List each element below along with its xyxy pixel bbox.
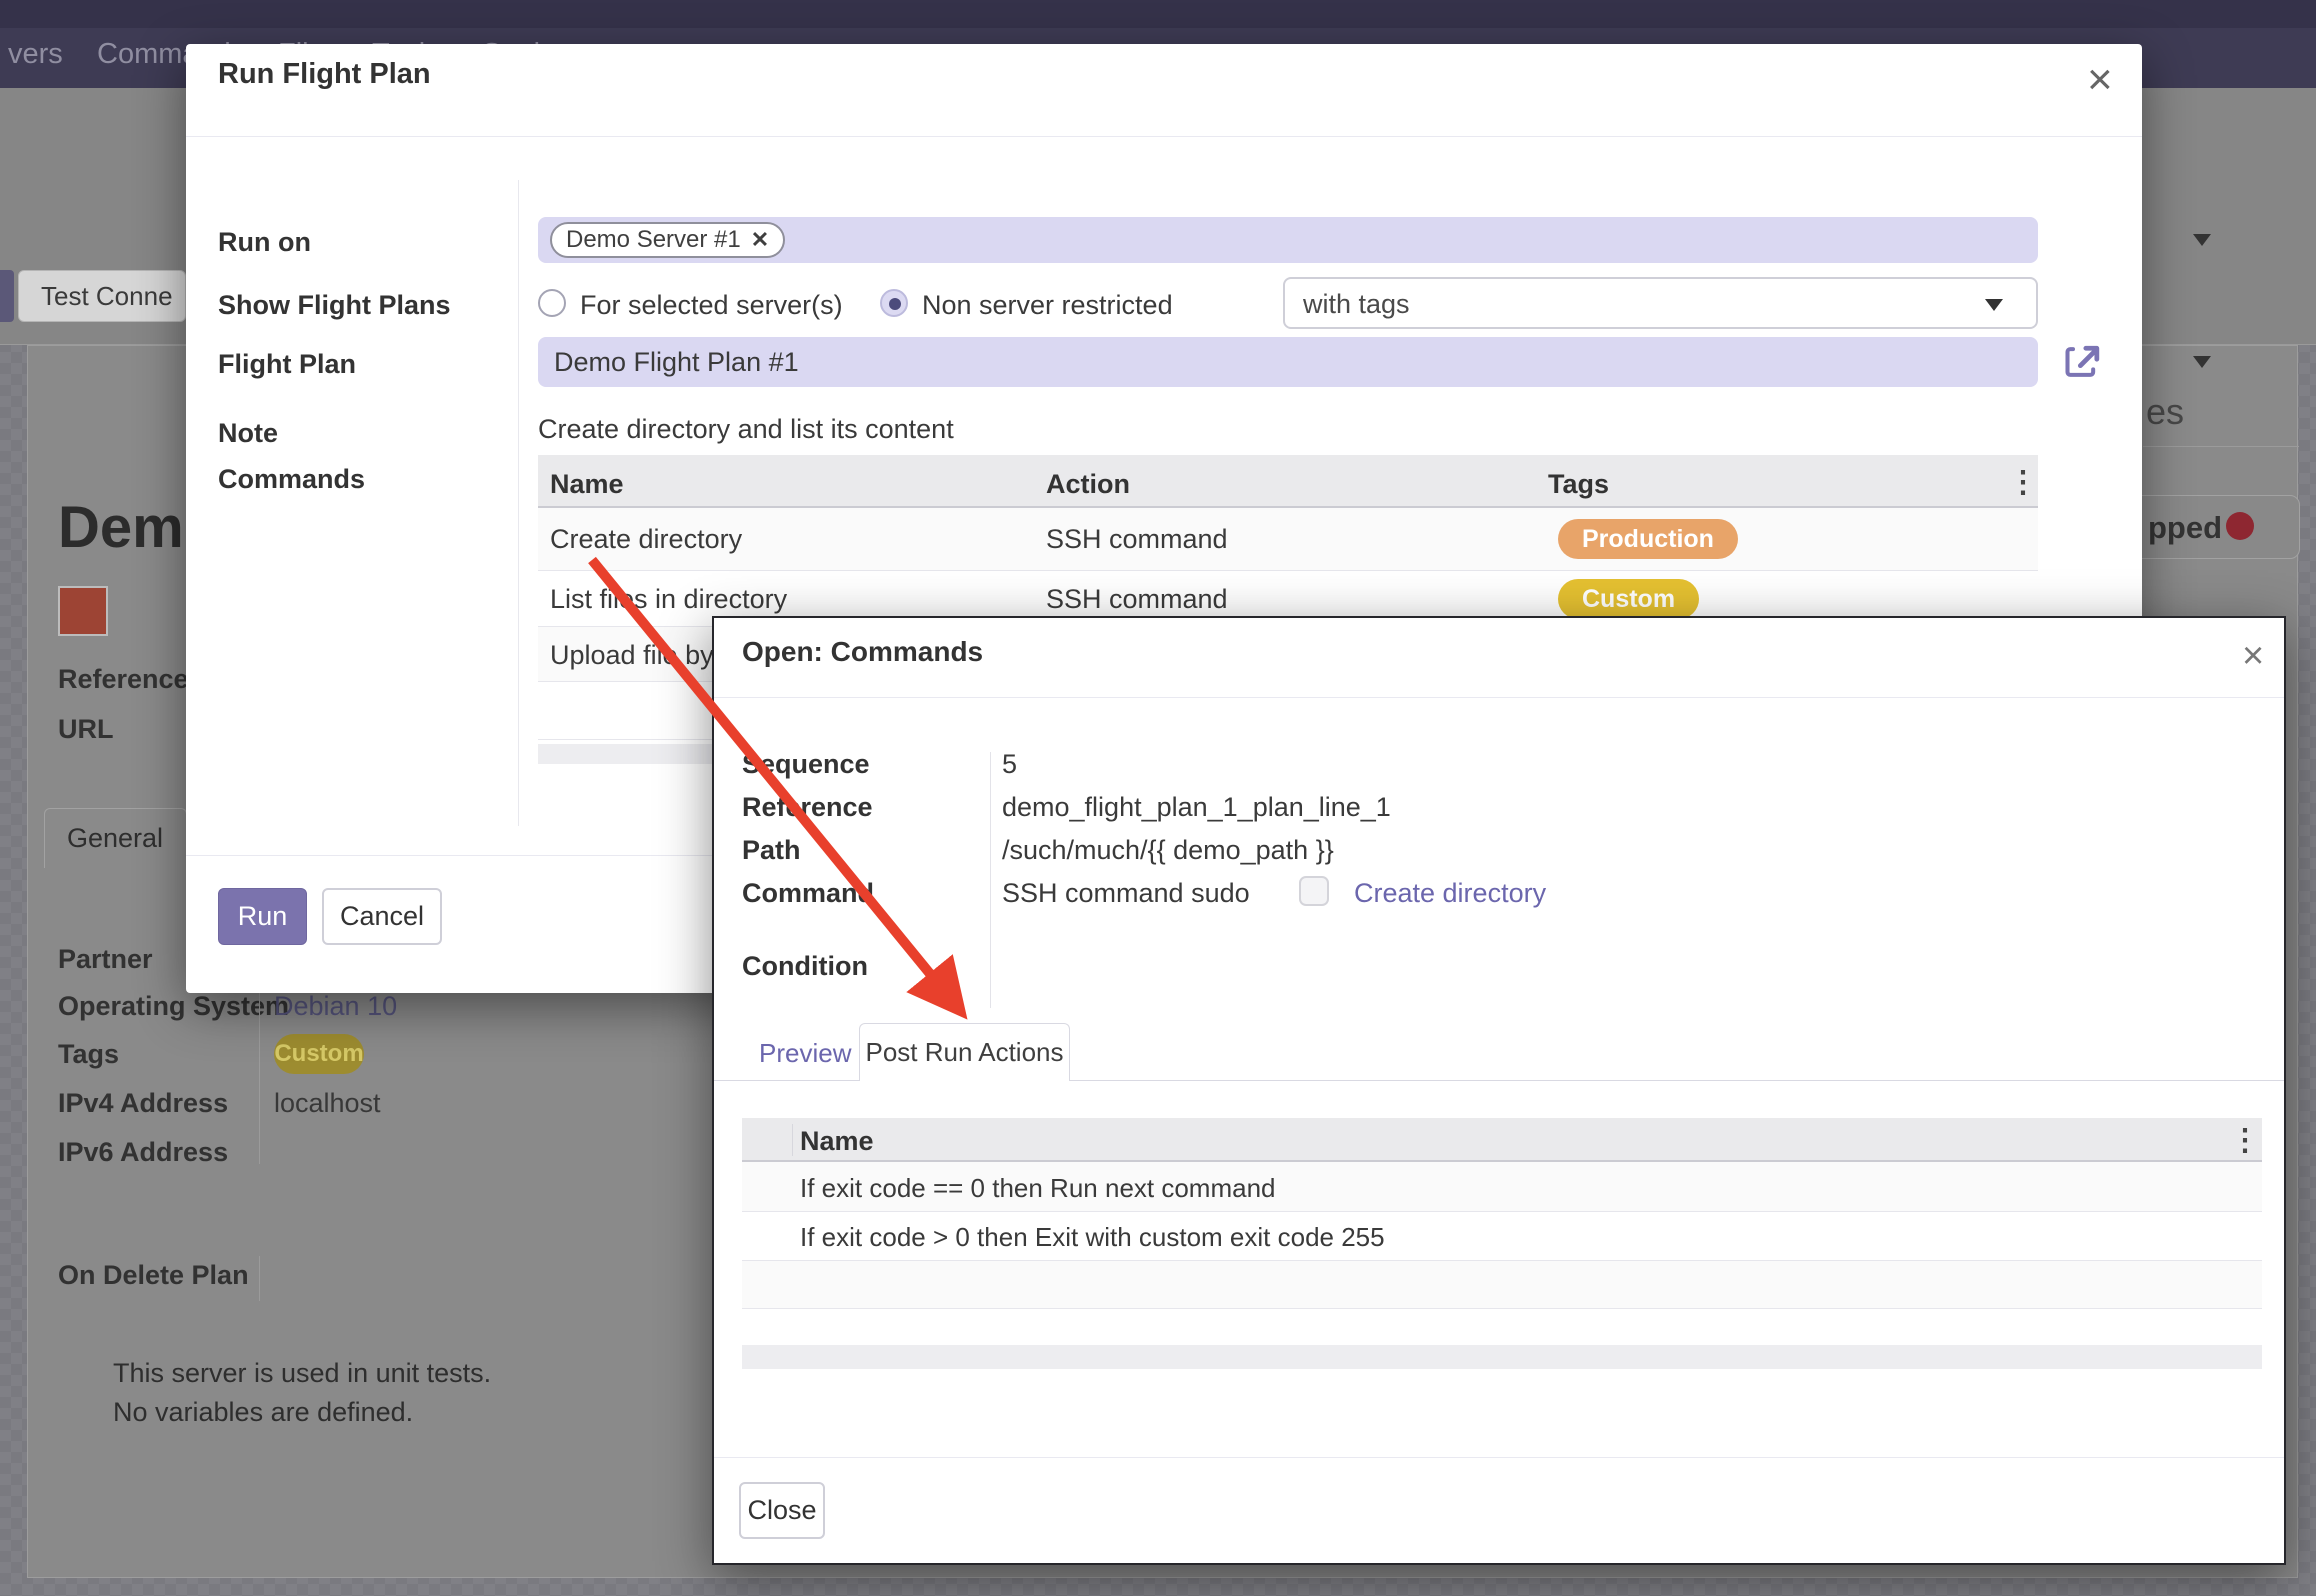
- row-divider: [742, 1308, 2262, 1309]
- reference-label: Reference: [58, 664, 189, 695]
- condition-label: Condition: [742, 951, 868, 982]
- ipv4-label: IPv4 Address: [58, 1088, 228, 1119]
- server-tag-pill[interactable]: Demo Server #1 ✕: [550, 222, 785, 258]
- col-name[interactable]: Name: [800, 1126, 874, 1157]
- status-label: pped: [2148, 510, 2222, 546]
- ipv4-value: localhost: [274, 1088, 381, 1119]
- path-value: /such/much/{{ demo_path }}: [1002, 835, 1334, 866]
- label-field-separator: [518, 180, 519, 826]
- flight-plan-value: Demo Flight Plan #1: [554, 347, 799, 378]
- header-divider: [186, 136, 2142, 137]
- os-value-link[interactable]: Debian 10: [274, 991, 397, 1022]
- command-label: Command: [742, 878, 874, 909]
- dropdown-caret-icon[interactable]: [1985, 299, 2003, 311]
- commands-label: Commands: [218, 464, 365, 495]
- commands-table-header: Name Action Tags ⋮: [538, 455, 2038, 508]
- with-tags-value: with tags: [1303, 289, 1410, 320]
- dialog-title: Open: Commands: [742, 636, 983, 668]
- ipv6-label: IPv6 Address: [58, 1137, 228, 1168]
- run-on-multiselect[interactable]: Demo Server #1 ✕: [538, 217, 2038, 263]
- kebab-menu-icon[interactable]: ⋮: [2008, 465, 2038, 500]
- tab-preview[interactable]: Preview: [759, 1038, 851, 1069]
- path-label: Path: [742, 835, 801, 866]
- sequence-label: Sequence: [742, 749, 870, 780]
- url-label: URL: [58, 714, 114, 745]
- col-action[interactable]: Action: [1046, 469, 1130, 500]
- header-divider: [714, 697, 2284, 698]
- flight-plan-select[interactable]: Demo Flight Plan #1: [538, 337, 2038, 387]
- note-label: Note: [218, 418, 278, 449]
- os-label: Operating System: [58, 991, 289, 1022]
- remove-tag-icon[interactable]: ✕: [751, 227, 769, 253]
- table-row[interactable]: Create directory SSH command Production: [538, 508, 2038, 570]
- tag-badge-production: Production: [1558, 519, 1738, 559]
- dropdown-caret-icon[interactable]: [2193, 356, 2211, 368]
- with-tags-select[interactable]: with tags: [1283, 277, 2038, 329]
- close-icon[interactable]: ×: [2087, 62, 2113, 98]
- external-link-icon[interactable]: [2062, 340, 2106, 384]
- selector-col-divider: [792, 1124, 793, 1156]
- dropdown-caret-icon[interactable]: [2193, 234, 2211, 246]
- sudo-checkbox[interactable]: [1299, 876, 1329, 906]
- table-footer-strip: [742, 1345, 2262, 1369]
- flight-plan-label: Flight Plan: [218, 349, 356, 380]
- partner-label: Partner: [58, 944, 153, 975]
- cell-name: If exit code == 0 then Run next command: [800, 1173, 1276, 1204]
- test-connection-button[interactable]: Test Conne: [18, 270, 186, 322]
- cell-action: SSH command: [1046, 524, 1228, 555]
- right-divider: [2143, 446, 2299, 447]
- table-row[interactable]: If exit code > 0 then Exit with custom e…: [742, 1212, 2262, 1260]
- primary-button-fragment[interactable]: [0, 270, 14, 322]
- label-field-separator: [990, 752, 991, 1008]
- table-row[interactable]: If exit code == 0 then Run next command: [742, 1162, 2262, 1211]
- reference-value: demo_flight_plan_1_plan_line_1: [1002, 792, 1391, 823]
- flight-plan-caption: Create directory and list its content: [538, 414, 954, 445]
- radio-non-server-restricted[interactable]: [880, 289, 908, 317]
- nav-top-strip: [0, 0, 2316, 28]
- nav-item-servers[interactable]: vers: [8, 38, 63, 71]
- on-delete-plan-label: On Delete Plan: [58, 1260, 249, 1291]
- run-on-label: Run on: [218, 227, 311, 258]
- tag-badge-custom: Custom: [1558, 579, 1699, 619]
- show-flight-plans-label: Show Flight Plans: [218, 290, 451, 321]
- sequence-value: 5: [1002, 749, 1017, 780]
- command-value: SSH command sudo: [1002, 878, 1250, 909]
- status-dot-icon: [2226, 512, 2254, 540]
- run-button[interactable]: Run: [218, 888, 307, 945]
- dialog-title: Run Flight Plan: [218, 58, 431, 91]
- footer-divider: [714, 1457, 2284, 1458]
- cell-action: SSH command: [1046, 584, 1228, 615]
- close-icon[interactable]: ×: [2242, 638, 2264, 674]
- tag-badge-custom: Custom: [274, 1034, 364, 1074]
- tab-post-run-actions[interactable]: Post Run Actions: [859, 1023, 1070, 1081]
- right-heading-fragment: es: [2146, 391, 2184, 433]
- unit-test-note-line1: This server is used in unit tests.: [113, 1358, 491, 1389]
- radio-for-selected-servers-label[interactable]: For selected server(s): [580, 290, 843, 321]
- col-name[interactable]: Name: [550, 469, 624, 500]
- command-link[interactable]: Create directory: [1354, 878, 1546, 909]
- tab-general[interactable]: General: [44, 808, 187, 868]
- cell-name: List files in directory: [550, 584, 787, 615]
- radio-non-server-restricted-label[interactable]: Non server restricted: [922, 290, 1173, 321]
- open-commands-dialog: Open: Commands × Sequence 5 Reference de…: [712, 616, 2286, 1565]
- color-swatch[interactable]: [58, 586, 108, 636]
- reference-label: Reference: [742, 792, 873, 823]
- unit-test-note-line2: No variables are defined.: [113, 1397, 413, 1428]
- tags-label: Tags: [58, 1039, 119, 1070]
- radio-for-selected-servers[interactable]: [538, 289, 566, 317]
- screen: vers Commands Files Tools Settings Test …: [0, 0, 2316, 1596]
- field-separator-line2: [259, 1256, 260, 1301]
- cell-name: If exit code > 0 then Exit with custom e…: [800, 1222, 1385, 1253]
- post-run-table-header: Name ⋮: [742, 1118, 2262, 1162]
- cell-name: Create directory: [550, 524, 742, 555]
- kebab-menu-icon[interactable]: ⋮: [2230, 1123, 2260, 1158]
- cancel-button[interactable]: Cancel: [322, 888, 442, 945]
- col-tags[interactable]: Tags: [1548, 469, 1609, 500]
- empty-table-row: [742, 1261, 2262, 1308]
- close-button[interactable]: Close: [739, 1482, 825, 1539]
- cell-name: Upload file by: [550, 640, 714, 671]
- server-tag-label: Demo Server #1: [566, 226, 741, 254]
